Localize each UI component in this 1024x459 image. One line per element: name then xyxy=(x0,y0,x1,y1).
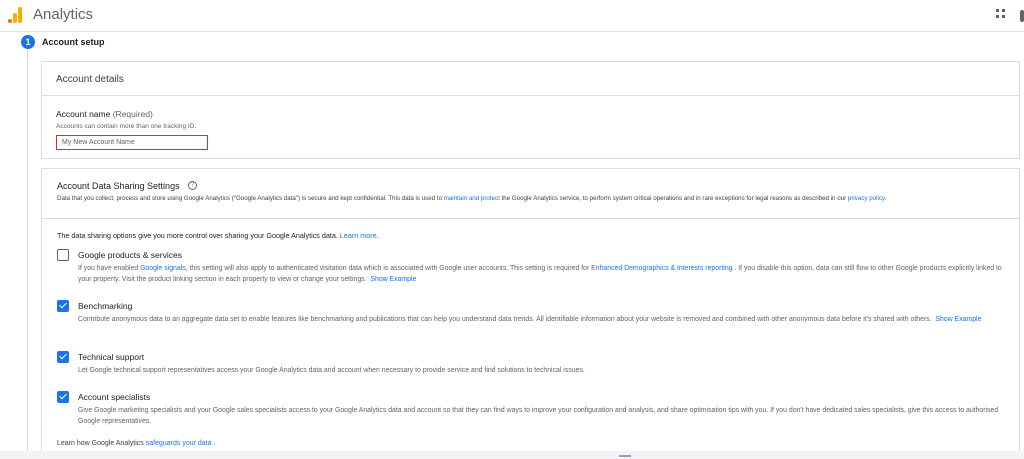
sharing-intro: The data sharing options give you more c… xyxy=(57,231,379,240)
footer-text-end: . xyxy=(211,440,216,447)
top-app-bar: Analytics xyxy=(0,0,1024,32)
demographics-reporting-link[interactable]: Enhanced Demographics & Interests report… xyxy=(591,265,732,272)
maintain-protect-link[interactable]: maintain and protect xyxy=(444,195,500,202)
option-description: Give Google marketing specialists and yo… xyxy=(78,407,999,425)
stepper-line xyxy=(27,48,28,459)
account-name-label-text: Account name xyxy=(56,109,111,119)
account-specialists-checkbox[interactable] xyxy=(57,391,69,403)
account-details-header: Account details xyxy=(42,62,1019,96)
account-details-title: Account details xyxy=(56,74,124,85)
divider xyxy=(42,218,1019,219)
step-label: Account setup xyxy=(42,37,105,47)
analytics-logo-icon[interactable] xyxy=(8,7,22,23)
apps-grid-icon[interactable] xyxy=(996,9,1006,19)
technical-support-checkbox[interactable] xyxy=(57,351,69,363)
scroll-indicator xyxy=(619,455,631,457)
account-name-label: Account name (Required) xyxy=(56,109,153,119)
option-description: Let Google technical support representat… xyxy=(78,367,585,374)
data-sharing-description: Data that you collect, process and store… xyxy=(57,194,1012,203)
sharing-intro-text: The data sharing options give you more c… xyxy=(57,231,340,240)
option-desc-text: If you have enabled xyxy=(78,265,141,272)
step-number-badge: 1 xyxy=(21,35,35,49)
account-avatar-edge[interactable] xyxy=(1020,10,1024,22)
google-products-checkbox[interactable] xyxy=(57,249,69,261)
data-sharing-title: Account Data Sharing Settings xyxy=(57,181,180,191)
app-title: Analytics xyxy=(33,6,94,23)
show-example-link[interactable]: Show Example xyxy=(935,316,981,323)
bottom-strip xyxy=(0,451,1024,459)
privacy-policy-link[interactable]: privacy policy xyxy=(848,195,885,202)
option-desc-text: , this setting will also apply to authen… xyxy=(185,265,592,272)
account-name-input[interactable] xyxy=(56,135,208,150)
desc-text-1: Data that you collect, process and store… xyxy=(57,195,444,202)
option-description: Contribute anonymous data to an aggregat… xyxy=(78,314,1003,325)
benchmarking-checkbox[interactable] xyxy=(57,300,69,312)
desc-text-2: the Google Analytics service, to perform… xyxy=(499,195,848,202)
data-sharing-card: Account Data Sharing Settings ? Data tha… xyxy=(41,168,1020,459)
required-indicator: (Required) xyxy=(112,109,153,119)
option-desc-text: Contribute anonymous data to an aggregat… xyxy=(78,316,932,323)
safeguards-link[interactable]: safeguards your data xyxy=(146,440,212,447)
option-title: Technical support xyxy=(78,352,145,362)
desc-text-3: . xyxy=(884,195,887,202)
help-icon[interactable]: ? xyxy=(188,181,197,190)
show-example-link[interactable]: Show Example xyxy=(370,276,416,283)
option-title: Benchmarking xyxy=(78,301,133,311)
safeguards-footer: Learn how Google Analytics safeguards yo… xyxy=(57,440,215,447)
account-name-hint: Accounts can contain more than one track… xyxy=(56,123,197,130)
option-description: If you have enabled Google signals, this… xyxy=(78,263,1003,285)
google-signals-link[interactable]: Google signals xyxy=(140,265,186,272)
option-title: Google products & services xyxy=(78,250,182,260)
option-title: Account specialists xyxy=(78,392,151,402)
account-details-card: Account details Account name (Required) … xyxy=(41,61,1020,159)
learn-more-link[interactable]: Learn more. xyxy=(340,231,379,240)
footer-text: Learn how Google Analytics xyxy=(57,440,146,447)
